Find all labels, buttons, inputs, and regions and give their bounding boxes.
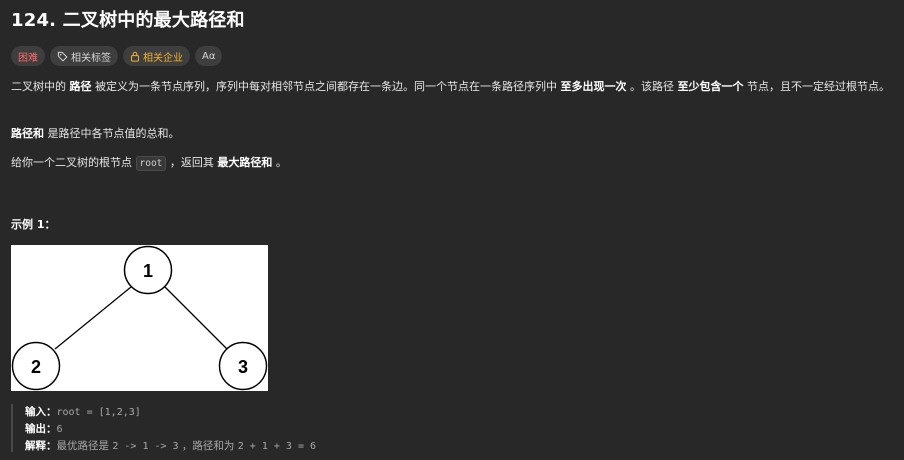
input-value: root = [1,2,3] xyxy=(56,407,141,418)
bold-term: 至少包含一个 xyxy=(677,80,744,93)
tag-bar: 困难 相关标签 相关企业 Aα xyxy=(11,46,223,66)
inline-code-root: root xyxy=(135,156,167,171)
description-paragraph-3: 给你一个二叉树的根节点 root ，返回其 最大路径和 。 xyxy=(11,155,891,172)
difficulty-badge: 困难 xyxy=(11,46,45,66)
bold-term-max-path-sum: 最大路径和 xyxy=(217,156,273,169)
example-input-line: 输入：root = [1,2,3] xyxy=(25,404,316,421)
input-label: 输入： xyxy=(25,406,57,418)
text: ，返回其 xyxy=(166,156,218,169)
example-output-line: 输出：6 xyxy=(25,421,316,438)
text: 二叉树中的 xyxy=(11,80,70,93)
tree-edge xyxy=(54,286,132,350)
tree-node-label: 1 xyxy=(143,261,153,281)
problem-title: 124. 二叉树中的最大路径和 xyxy=(11,10,245,31)
bold-term-path-sum: 路径和 xyxy=(11,127,44,140)
text: 。该路径 xyxy=(626,80,678,93)
explanation-text: ，路径和为 xyxy=(178,440,238,452)
tree-edge xyxy=(164,286,228,350)
font-size-toggle-button[interactable]: Aα xyxy=(195,46,223,66)
description-paragraph-2: 路径和 是路径中各节点值的总和。 xyxy=(11,126,891,142)
output-value: 6 xyxy=(56,424,63,435)
text: 。 xyxy=(272,156,287,169)
explanation-path: 2 -> 1 -> 3 xyxy=(112,441,179,452)
example-explanation-line: 解释：最优路径是 2 -> 1 -> 3 ，路径和为 2 + 1 + 3 = 6 xyxy=(25,438,316,455)
related-companies-button[interactable]: 相关企业 xyxy=(123,46,190,66)
font-toggle-icon: Aα xyxy=(202,50,216,62)
lock-icon xyxy=(130,51,140,62)
tag-icon xyxy=(57,51,68,62)
bold-term-path: 路径 xyxy=(69,80,92,93)
text: 是路径中各节点值的总和。 xyxy=(44,127,180,140)
example-io-block: 输入：root = [1,2,3] 输出：6 解释：最优路径是 2 -> 1 -… xyxy=(11,404,316,452)
explanation-sum: 2 + 1 + 3 = 6 xyxy=(237,441,317,452)
explanation-text: 最优路径是 xyxy=(56,440,113,452)
related-tags-label: 相关标签 xyxy=(71,52,111,64)
tree-node-label: 3 xyxy=(238,357,248,377)
difficulty-label: 困难 xyxy=(18,52,38,64)
text: 给你一个二叉树的根节点 xyxy=(11,156,136,169)
explanation-label: 解释： xyxy=(25,440,57,452)
description-paragraph-1: 二叉树中的 路径 被定义为一条节点序列，序列中每对相邻节点之间都存在一条边。同一… xyxy=(11,79,891,95)
example-title: 示例 1： xyxy=(11,218,56,231)
output-label: 输出： xyxy=(25,423,57,435)
text: 被定义为一条节点序列，序列中每对相邻节点之间都存在一条边。同一个节点在一条路径序… xyxy=(91,80,561,93)
related-tags-button[interactable]: 相关标签 xyxy=(50,46,118,66)
example-tree-image: 1 2 3 xyxy=(11,245,268,391)
bold-term: 至多出现一次 xyxy=(560,80,627,93)
related-companies-label: 相关企业 xyxy=(143,52,183,64)
tree-node-label: 2 xyxy=(31,357,41,377)
text: 节点，且不一定经过根节点。 xyxy=(743,80,890,93)
